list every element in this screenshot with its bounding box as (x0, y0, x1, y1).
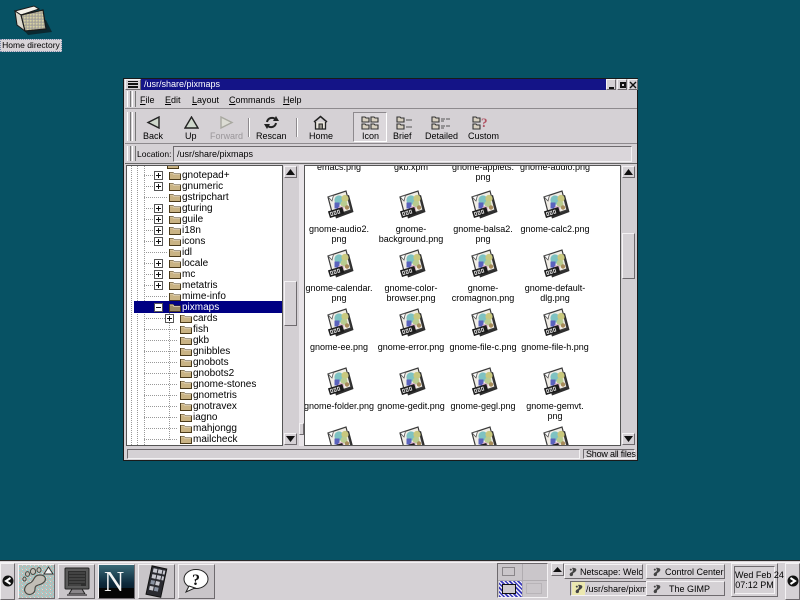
svg-text:?: ? (481, 115, 488, 130)
svg-text:?: ? (192, 572, 200, 589)
svg-text:N: N (104, 567, 124, 598)
